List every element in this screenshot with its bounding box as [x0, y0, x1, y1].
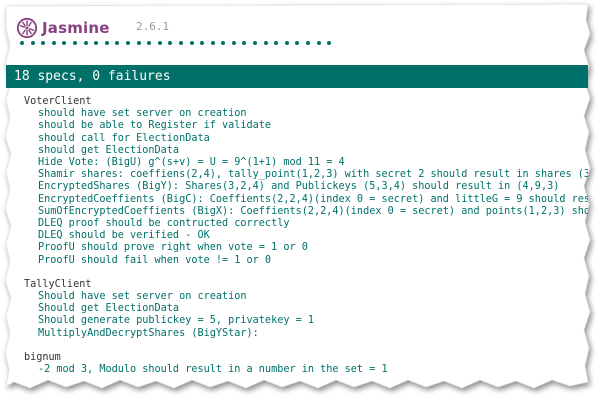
spec-item[interactable]: ProofU should fail when vote != 1 or 0 — [6, 255, 588, 267]
spec-dot — [115, 41, 120, 45]
spec-dot — [83, 41, 88, 45]
spec-dot — [253, 41, 258, 45]
spec-dot — [41, 41, 46, 45]
banner: Jasmine 2.6.1 — [10, 6, 580, 66]
spec-item[interactable]: should be able to Register if validate — [6, 120, 588, 132]
jasmine-logo[interactable]: Jasmine — [16, 16, 110, 40]
spec-dot — [62, 41, 67, 45]
spec-item[interactable]: Should generate publickey = 5, privateke… — [6, 315, 588, 327]
spec-item[interactable]: Should get ElectionData — [6, 303, 588, 315]
version-label: 2.6.1 — [136, 20, 170, 33]
spec-dot — [104, 41, 109, 45]
summary-text: 18 specs, 0 failures — [14, 69, 171, 84]
spec-item[interactable]: -2 mod 3, Modulo should result in a numb… — [6, 364, 588, 376]
spec-progress-dots — [20, 41, 332, 45]
spec-dot — [284, 41, 289, 45]
spec-dot — [30, 41, 35, 45]
spec-dot — [327, 41, 332, 45]
spec-dot — [72, 41, 77, 45]
spec-item[interactable]: SumOfEncryptedCoeffients (BigX): Coeffie… — [6, 206, 588, 218]
spec-item[interactable]: should have set server on creation — [6, 108, 588, 120]
spec-dot — [316, 41, 321, 45]
spec-item[interactable]: Shamir shares: coeffiens(2,4), tally_poi… — [6, 169, 588, 181]
spec-item[interactable]: Hide Vote: (BigU) g^(s+v) = U = 9^(1+1) … — [6, 157, 588, 169]
results-list: VoterClient should have set server on cre… — [6, 96, 588, 376]
spec-item[interactable]: should call for ElectionData — [6, 133, 588, 145]
spec-dot — [189, 41, 194, 45]
summary-bar: 18 specs, 0 failures — [6, 65, 588, 88]
spec-dot — [263, 41, 268, 45]
spec-dot — [94, 41, 99, 45]
spec-dot — [20, 41, 24, 45]
spec-dot — [200, 41, 205, 45]
spec-dot — [274, 41, 279, 45]
spec-dot — [306, 41, 311, 45]
jasmine-report: Jasmine 2.6.1 18 specs, 0 failures Voter… — [6, 6, 588, 386]
spec-item[interactable]: MultiplyAndDecryptShares (BigYStar): — [6, 328, 588, 340]
jasmine-flower-icon — [16, 17, 38, 39]
spec-item[interactable]: should get ElectionData — [6, 145, 588, 157]
spec-dot — [136, 41, 141, 45]
spec-dot — [231, 41, 236, 45]
spec-dot — [168, 41, 173, 45]
spec-dot — [178, 41, 183, 45]
spec-dot — [210, 41, 215, 45]
suite: bignum -2 mod 3, Modulo should result in … — [6, 352, 588, 376]
spec-dot — [51, 41, 56, 45]
spec-dot — [147, 41, 152, 45]
spec-item[interactable]: EncryptedCoeffients (BigC): Coeffients(2… — [6, 194, 588, 206]
spec-dot — [242, 41, 247, 45]
spec-dot — [295, 41, 300, 45]
spec-dot — [157, 41, 162, 45]
suite: TallyClient Should have set server on cre… — [6, 279, 588, 340]
spec-item[interactable]: DLEQ proof should be contructed correctl… — [6, 218, 588, 230]
spec-item[interactable]: Should have set server on creation — [6, 291, 588, 303]
suite: VoterClient should have set server on cre… — [6, 96, 588, 267]
spec-dot — [125, 41, 130, 45]
spec-dot — [221, 41, 226, 45]
suite-title[interactable]: TallyClient — [6, 279, 588, 291]
spec-item[interactable]: ProofU should prove right when vote = 1 … — [6, 242, 588, 254]
suite-title[interactable]: VoterClient — [6, 96, 588, 108]
spec-item[interactable]: EncryptedShares (BigY): Shares(3,2,4) an… — [6, 181, 588, 193]
logo-text: Jasmine — [42, 19, 110, 37]
suite-title[interactable]: bignum — [6, 352, 588, 364]
spec-item[interactable]: DLEQ should be verified - OK — [6, 230, 588, 242]
